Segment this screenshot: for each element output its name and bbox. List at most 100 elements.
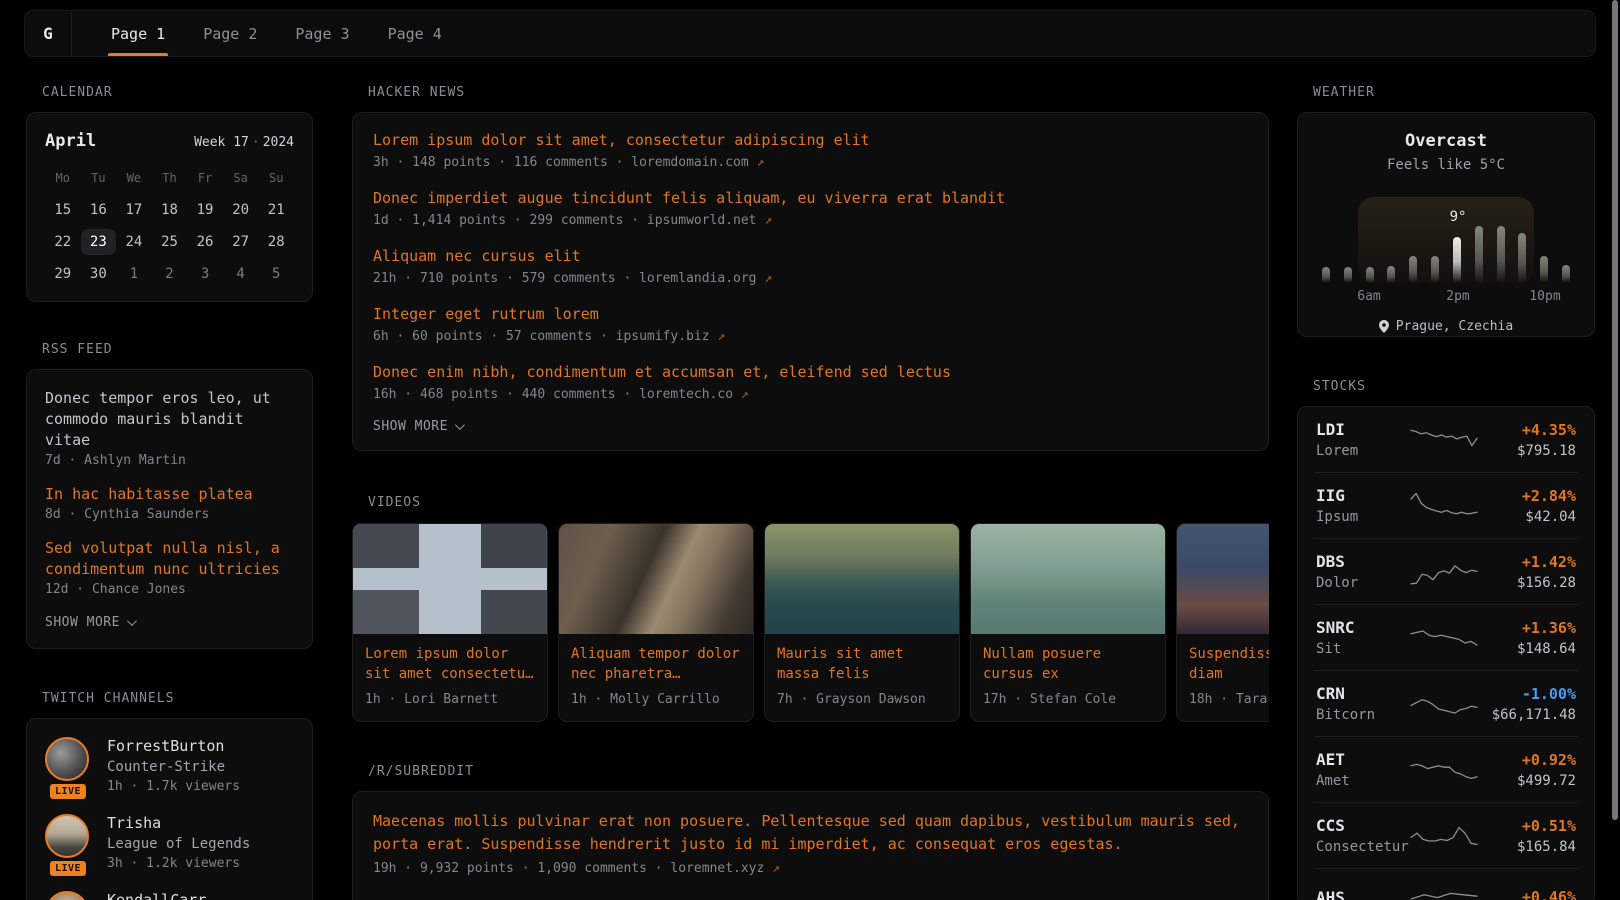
channel-avatar bbox=[45, 814, 89, 858]
weather-bar bbox=[1431, 256, 1439, 283]
stock-sparkline bbox=[1409, 687, 1479, 721]
external-link-icon[interactable]: ↗ bbox=[741, 387, 749, 402]
location-text: Prague, Czechia bbox=[1396, 319, 1513, 334]
news-item-link[interactable]: Donec imperdiet augue tincidunt felis al… bbox=[373, 187, 1248, 209]
rss-item-link[interactable]: Sed volutpat nulla nisl, a condimentum n… bbox=[45, 538, 294, 580]
twitch-channels-widget: LIVE ForrestBurton Counter-Strike 1h · 1… bbox=[26, 718, 313, 900]
video-title-link[interactable]: Nullam posuere cursus ex bbox=[983, 644, 1153, 684]
news-item-link[interactable]: Donec enim nibh, condimentum et accumsan… bbox=[373, 361, 1248, 383]
stock-row: SNRC Sit +1.36% $148.64 bbox=[1314, 604, 1578, 670]
weekday-header: Fr bbox=[187, 171, 223, 191]
stock-name: Lorem bbox=[1316, 443, 1409, 459]
tab-page-4[interactable]: Page 4 bbox=[369, 11, 461, 56]
stock-name: Amet bbox=[1316, 773, 1409, 789]
video-thumbnail[interactable] bbox=[353, 524, 547, 634]
weather-hourly-chart: 9° bbox=[1322, 197, 1570, 283]
stock-name: Bitcorn bbox=[1316, 707, 1409, 723]
weekday-header: Sa bbox=[223, 171, 259, 191]
video-thumbnail[interactable] bbox=[1177, 524, 1269, 634]
video-title-link[interactable]: Suspendisse diam bbox=[1189, 644, 1269, 684]
subreddit-widget: Maecenas mollis pulvinar erat non posuer… bbox=[352, 791, 1269, 900]
meta-text: 3h · 148 points · 116 comments · loremdo… bbox=[373, 155, 749, 170]
video-card[interactable]: Suspendisse diam 18h · Tara bbox=[1176, 523, 1269, 722]
avatar bbox=[45, 891, 91, 900]
twitch-channel[interactable]: KendallCarr bbox=[45, 891, 294, 900]
meta-text: 1d · 1,414 points · 299 comments · ipsum… bbox=[373, 213, 757, 228]
stock-name: Sit bbox=[1316, 641, 1409, 657]
rss-item-link[interactable]: In hac habitasse platea bbox=[45, 484, 294, 505]
news-item-link[interactable]: Integer eget rutrum lorem bbox=[373, 303, 1248, 325]
app-logo[interactable]: G bbox=[25, 11, 72, 56]
weather-bar bbox=[1497, 226, 1505, 283]
stock-name: Ipsum bbox=[1316, 509, 1409, 525]
twitch-channel[interactable]: LIVE ForrestBurton Counter-Strike 1h · 1… bbox=[45, 737, 294, 794]
video-thumbnail[interactable] bbox=[971, 524, 1165, 634]
external-link-icon[interactable]: ↗ bbox=[717, 329, 725, 344]
video-thumbnail[interactable] bbox=[765, 524, 959, 634]
videos-widget: Lorem ipsum dolor sit amet consectetu… 1… bbox=[352, 523, 1269, 722]
calendar-day-next-month: 1 bbox=[116, 261, 152, 287]
weather-condition: Overcast bbox=[1322, 131, 1570, 151]
video-card[interactable]: Mauris sit amet massa felis 7h · Grayson… bbox=[764, 523, 960, 722]
calendar-widget: April Week 17·2024 Mo Tu We Th Fr Sa Su … bbox=[26, 112, 313, 302]
video-title-link[interactable]: Mauris sit amet massa felis bbox=[777, 644, 947, 684]
rss-item: Sed volutpat nulla nisl, a condimentum n… bbox=[45, 538, 294, 597]
stock-price: $148.64 bbox=[1479, 641, 1576, 657]
weekday-header: Th bbox=[152, 171, 188, 191]
page-scrollbar[interactable] bbox=[1612, 0, 1618, 820]
stock-price: $499.72 bbox=[1479, 773, 1576, 789]
avatar: LIVE bbox=[45, 737, 91, 794]
video-card[interactable]: Lorem ipsum dolor sit amet consectetu… 1… bbox=[352, 523, 548, 722]
calendar-year: 2024 bbox=[263, 135, 294, 150]
weather-bar bbox=[1322, 267, 1330, 283]
weather-bar bbox=[1475, 226, 1483, 283]
meta-text: 16h · 468 points · 440 comments · loremt… bbox=[373, 387, 733, 402]
rss-show-more-button[interactable]: SHOW MORE bbox=[45, 615, 294, 630]
calendar-day-next-month: 5 bbox=[258, 261, 294, 287]
external-link-icon[interactable]: ↗ bbox=[764, 213, 772, 228]
video-title-link[interactable]: Aliquam tempor dolor nec pharetra… bbox=[571, 644, 741, 684]
stock-ticker: AET bbox=[1316, 750, 1409, 769]
external-link-icon[interactable]: ↗ bbox=[757, 155, 765, 170]
channel-name[interactable]: ForrestBurton bbox=[107, 737, 240, 755]
channel-name[interactable]: KendallCarr bbox=[107, 891, 206, 900]
separator-dot: · bbox=[249, 135, 263, 150]
live-badge: LIVE bbox=[48, 782, 88, 801]
hackernews-show-more-button[interactable]: SHOW MORE bbox=[373, 419, 1248, 434]
live-badge: LIVE bbox=[48, 859, 88, 878]
stock-ticker: AHS bbox=[1316, 888, 1409, 900]
stock-change: +0.92% bbox=[1479, 751, 1576, 769]
rss-item: Donec tempor eros leo, ut commodo mauris… bbox=[45, 388, 294, 468]
twitch-channel[interactable]: LIVE Trisha League of Legends 3h · 1.2k … bbox=[45, 814, 294, 871]
video-card[interactable]: Nullam posuere cursus ex 17h · Stefan Co… bbox=[970, 523, 1166, 722]
news-item: Integer eget rutrum lorem 6h · 60 points… bbox=[373, 303, 1248, 344]
stock-change: +4.35% bbox=[1479, 421, 1576, 439]
stocks-section-label: STOCKS bbox=[1313, 379, 1595, 394]
rss-item-link[interactable]: Donec tempor eros leo, ut commodo mauris… bbox=[45, 388, 294, 451]
stock-sparkline bbox=[1409, 819, 1479, 853]
news-item-meta: 16h · 468 points · 440 comments · loremt… bbox=[373, 387, 1248, 402]
post-title-link[interactable]: Maecenas mollis pulvinar erat non posuer… bbox=[373, 810, 1248, 856]
tab-page-1[interactable]: Page 1 bbox=[92, 11, 184, 56]
chevron-down-icon bbox=[127, 616, 137, 626]
video-card[interactable]: Aliquam tempor dolor nec pharetra… 1h · … bbox=[558, 523, 754, 722]
news-item-link[interactable]: Lorem ipsum dolor sit amet, consectetur … bbox=[373, 129, 1248, 151]
tab-page-2[interactable]: Page 2 bbox=[184, 11, 276, 56]
news-item-link[interactable]: Aliquam nec cursus elit bbox=[373, 245, 1248, 267]
stock-ticker: LDI bbox=[1316, 420, 1409, 439]
tab-page-3[interactable]: Page 3 bbox=[276, 11, 368, 56]
hacker-news-widget: Lorem ipsum dolor sit amet, consectetur … bbox=[352, 112, 1269, 451]
tab-label: Page 1 bbox=[111, 25, 165, 43]
external-link-icon[interactable]: ↗ bbox=[772, 861, 780, 876]
external-link-icon[interactable]: ↗ bbox=[764, 271, 772, 286]
calendar-day: 18 bbox=[152, 197, 188, 223]
news-item-meta: 3h · 148 points · 116 comments · loremdo… bbox=[373, 155, 1248, 170]
stock-change: +1.36% bbox=[1479, 619, 1576, 637]
calendar-day: 28 bbox=[258, 229, 294, 255]
weather-bar bbox=[1562, 265, 1570, 283]
channel-name[interactable]: Trisha bbox=[107, 814, 250, 832]
video-thumbnail[interactable] bbox=[559, 524, 753, 634]
stock-row: LDI Lorem +4.35% $795.18 bbox=[1314, 407, 1578, 472]
video-title-link[interactable]: Lorem ipsum dolor sit amet consectetu… bbox=[365, 644, 535, 684]
stock-price: $42.04 bbox=[1479, 509, 1576, 525]
